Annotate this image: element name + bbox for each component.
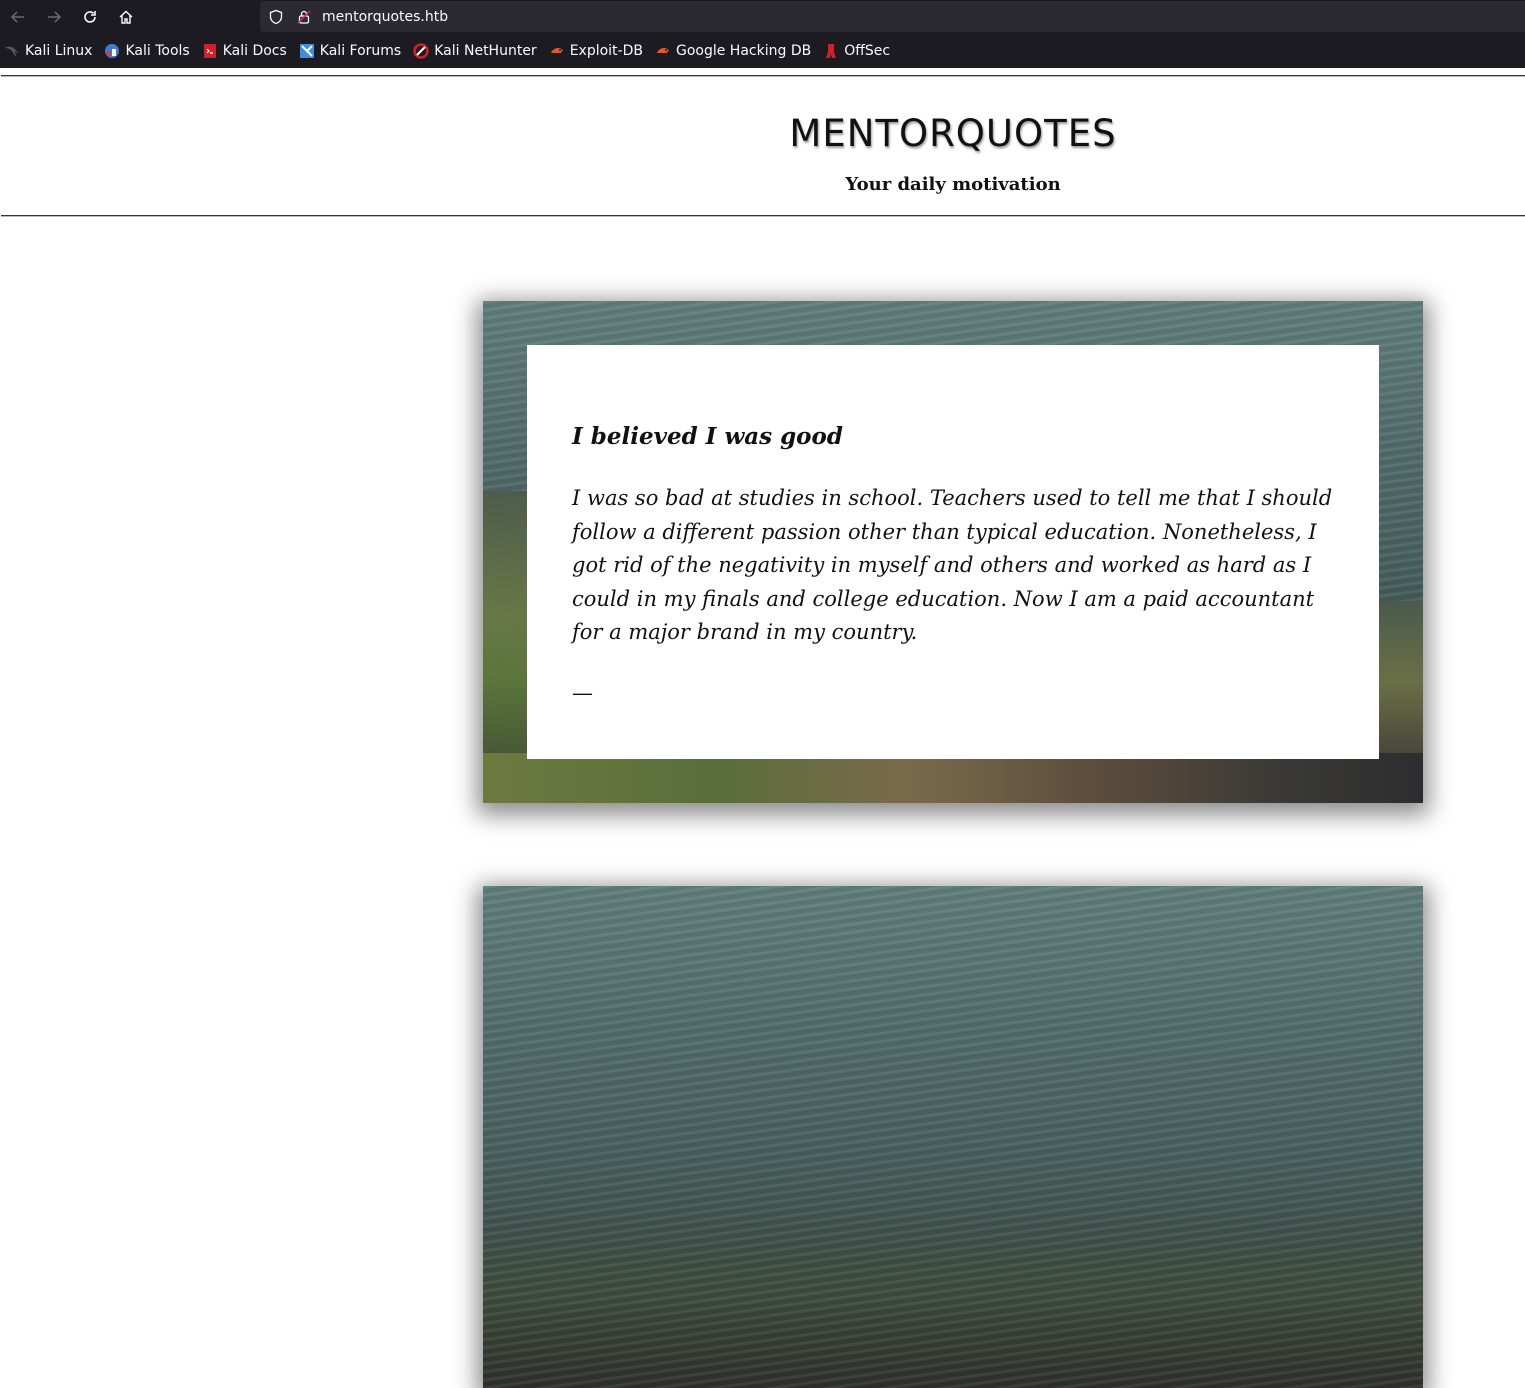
header-divider-top	[1, 75, 1525, 77]
bookmark-label: Kali NetHunter	[434, 43, 537, 59]
quote-card: I believed I was good I was so bad at st…	[483, 301, 1423, 803]
quote-text: I was so bad at studies in school. Teach…	[572, 486, 1333, 644]
reload-icon	[84, 11, 96, 23]
reload-button[interactable]	[72, 0, 108, 34]
url-text[interactable]: mentorquotes.htb	[322, 9, 448, 25]
site-tagline: Your daily motivation	[845, 174, 1061, 195]
bookmark-exploit-db[interactable]: Exploit-DB	[549, 43, 643, 59]
insecure-lock-icon[interactable]	[296, 9, 312, 25]
bookmark-kali-tools[interactable]: Kali Tools	[104, 43, 190, 59]
bookmark-label: OffSec	[844, 43, 891, 59]
quote-card-next	[483, 886, 1423, 1388]
bookmark-label: Kali Docs	[222, 43, 287, 59]
tracking-protection-shield-icon[interactable]	[268, 9, 284, 25]
google-hacking-db-icon	[655, 43, 671, 59]
kali-nethunter-icon	[413, 43, 429, 59]
quote-title: I believed I was good	[572, 423, 843, 450]
arrow-left-icon	[10, 11, 24, 23]
kali-forums-icon	[299, 43, 315, 59]
back-button[interactable]	[0, 0, 36, 34]
bookmark-kali-linux[interactable]: Kali Linux	[4, 43, 92, 59]
bookmark-label: Exploit-DB	[569, 43, 643, 59]
quote-author: —	[572, 681, 593, 705]
home-icon	[119, 10, 133, 24]
address-bar[interactable]: mentorquotes.htb	[260, 1, 1525, 32]
forward-button[interactable]	[36, 0, 72, 34]
bookmark-kali-docs[interactable]: Kali Docs	[202, 43, 287, 59]
arrow-right-icon	[48, 11, 62, 23]
bookmark-label: Kali Tools	[125, 43, 190, 59]
bookmark-label: Google Hacking DB	[675, 43, 812, 59]
exploit-db-icon	[549, 43, 565, 59]
bookmark-kali-forums[interactable]: Kali Forums	[299, 43, 401, 59]
bookmark-label: Kali Forums	[319, 43, 402, 59]
quote-card-background-image	[483, 886, 1423, 1388]
page-content: MENTORQUOTES Your daily motivation I bel…	[0, 68, 1525, 1388]
kali-tools-icon	[104, 43, 120, 59]
home-button[interactable]	[108, 0, 144, 34]
bookmark-label: Kali Linux	[25, 43, 93, 59]
kali-dragon-icon	[4, 43, 20, 59]
bookmark-kali-nethunter[interactable]: Kali NetHunter	[413, 43, 537, 59]
kali-docs-icon	[202, 43, 218, 59]
browser-toolbar: mentorquotes.htb	[0, 0, 1525, 34]
bookmark-google-hacking-db[interactable]: Google Hacking DB	[655, 43, 811, 59]
quote-box: I believed I was good I was so bad at st…	[527, 345, 1379, 759]
bookmark-offsec[interactable]: OffSec	[823, 43, 890, 59]
site-title: MENTORQUOTES	[789, 112, 1117, 155]
bookmarks-bar: Kali Linux Kali Tools Kali Docs Kali For…	[0, 34, 1525, 68]
header-divider-bottom	[1, 215, 1525, 217]
offsec-icon	[823, 43, 839, 59]
